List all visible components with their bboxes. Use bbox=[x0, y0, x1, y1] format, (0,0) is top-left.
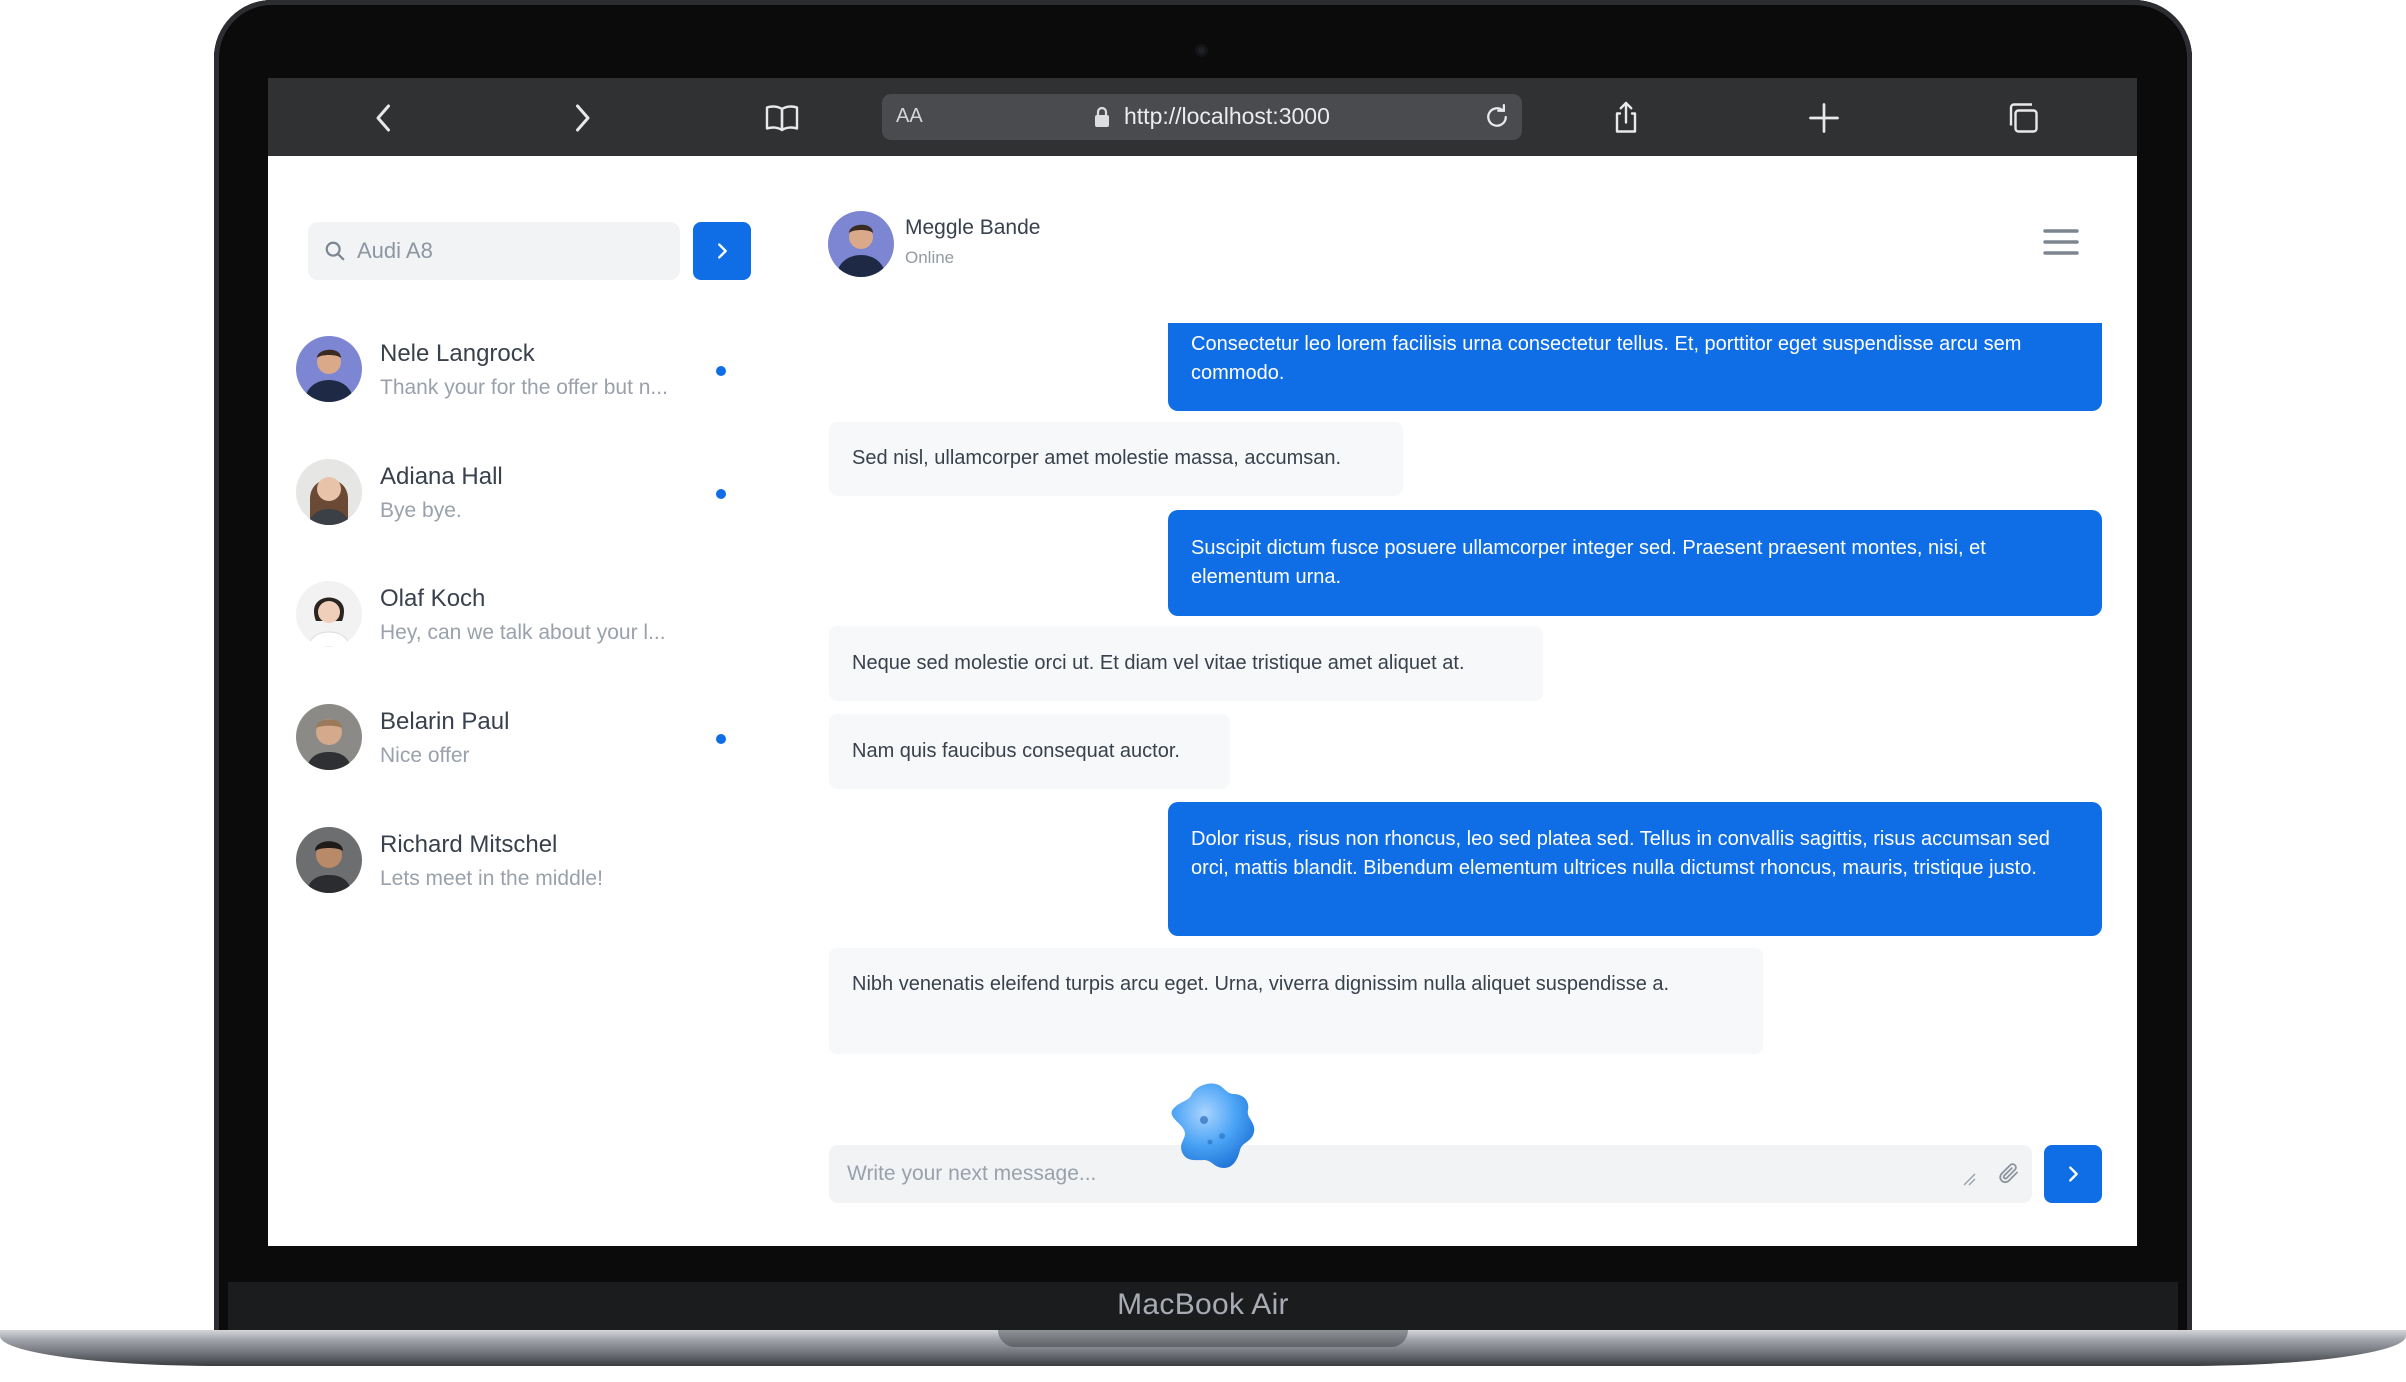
message-incoming: Neque sed molestie orci ut. Et diam vel … bbox=[829, 626, 1543, 701]
browser-toolbar: AA http://localhost:3000 bbox=[268, 78, 2137, 156]
laptop-hinge-notch bbox=[998, 1330, 1408, 1347]
avatar bbox=[296, 704, 362, 770]
message-outgoing: Consectetur leo lorem facilisis urna con… bbox=[1168, 323, 2102, 411]
chat-contact-status: Online bbox=[905, 248, 955, 267]
chevron-right-icon bbox=[2069, 1166, 2078, 1182]
back-icon[interactable] bbox=[364, 98, 404, 138]
brand-label: MacBook Air bbox=[1117, 1288, 1289, 1321]
message-input[interactable]: Write your next message... bbox=[847, 1162, 1096, 1186]
forward-icon[interactable] bbox=[562, 98, 602, 138]
contact-preview: Bye bye. bbox=[380, 499, 462, 522]
unread-dot bbox=[716, 489, 726, 499]
message-composer[interactable]: Write your next message... bbox=[829, 1145, 2032, 1203]
message-text: Consectetur leo lorem facilisis urna con… bbox=[1191, 333, 2022, 384]
lock-icon bbox=[1092, 106, 1112, 128]
contact-name: Olaf Koch bbox=[380, 585, 486, 612]
contact-name: Belarin Paul bbox=[380, 708, 510, 735]
unread-dot bbox=[716, 734, 726, 744]
unread-dot bbox=[716, 366, 726, 376]
message-text: Nibh venenatis eleifend turpis arcu eget… bbox=[852, 973, 1670, 995]
contact-name: Nele Langrock bbox=[380, 340, 535, 367]
address-bar[interactable]: AA http://localhost:3000 bbox=[882, 94, 1522, 140]
avatar bbox=[296, 827, 362, 893]
webcam bbox=[1195, 44, 1208, 57]
avatar bbox=[296, 336, 362, 402]
bookmarks-icon[interactable] bbox=[762, 98, 802, 138]
search-icon bbox=[324, 240, 346, 262]
message-text: Nam quis faucibus consequat auctor. bbox=[852, 740, 1180, 762]
screen: AA http://localhost:3000 Audi A8 Nele La… bbox=[268, 78, 2137, 1246]
send-button[interactable] bbox=[2044, 1145, 2102, 1203]
avatar bbox=[296, 581, 362, 647]
contact-name: Adiana Hall bbox=[380, 463, 503, 490]
contact-item-belarin-paul[interactable]: Belarin Paul Nice offer bbox=[296, 704, 726, 784]
resize-handle-icon[interactable] bbox=[1961, 1171, 1977, 1187]
message-text: Sed nisl, ullamcorper amet molestie mass… bbox=[852, 447, 1342, 469]
contact-preview: Thank your for the offer but n... bbox=[380, 376, 668, 399]
message-incoming: Nam quis faucibus consequat auctor. bbox=[829, 714, 1230, 789]
menu-icon[interactable] bbox=[2041, 226, 2081, 258]
search-field[interactable]: Audi A8 bbox=[308, 222, 680, 280]
blob-cursor-graphic bbox=[1164, 1078, 1264, 1178]
message-text: Suscipit dictum fusce posuere ullamcorpe… bbox=[1191, 537, 1986, 588]
reader-text-size-button[interactable]: AA bbox=[896, 105, 923, 128]
message-text: Neque sed molestie orci ut. Et diam vel … bbox=[852, 652, 1465, 674]
share-icon[interactable] bbox=[1606, 98, 1646, 138]
paperclip-icon[interactable] bbox=[1997, 1161, 2021, 1185]
contact-preview: Hey, can we talk about your l... bbox=[380, 621, 666, 644]
message-incoming: Sed nisl, ullamcorper amet molestie mass… bbox=[829, 422, 1403, 496]
message-incoming: Nibh venenatis eleifend turpis arcu eget… bbox=[829, 948, 1763, 1054]
chat-contact-avatar bbox=[828, 211, 894, 277]
search-input-value[interactable]: Audi A8 bbox=[357, 238, 433, 264]
url-text[interactable]: http://localhost:3000 bbox=[1124, 103, 1330, 130]
contact-name: Richard Mitschel bbox=[380, 831, 558, 858]
contact-item-olaf-koch[interactable]: Olaf Koch Hey, can we talk about your l.… bbox=[296, 581, 706, 661]
contact-item-richard-mitschel[interactable]: Richard Mitschel Lets meet in the middle… bbox=[296, 827, 706, 907]
message-outgoing: Dolor risus, risus non rhoncus, leo sed … bbox=[1168, 802, 2102, 936]
reload-icon[interactable] bbox=[1482, 102, 1512, 132]
message-outgoing: Suscipit dictum fusce posuere ullamcorpe… bbox=[1168, 510, 2102, 616]
tabs-icon[interactable] bbox=[2003, 98, 2043, 138]
search-submit-button[interactable] bbox=[693, 222, 751, 280]
contact-preview: Nice offer bbox=[380, 744, 470, 767]
chat-contact-name: Meggle Bande bbox=[905, 216, 1041, 239]
contact-item-nele-langrock[interactable]: Nele Langrock Thank your for the offer b… bbox=[296, 336, 726, 416]
message-text: Dolor risus, risus non rhoncus, leo sed … bbox=[1191, 828, 2050, 879]
avatar bbox=[296, 459, 362, 525]
contact-item-adiana-hall[interactable]: Adiana Hall Bye bye. bbox=[296, 459, 726, 539]
new-tab-icon[interactable] bbox=[1804, 98, 1844, 138]
contact-preview: Lets meet in the middle! bbox=[380, 867, 603, 890]
chevron-right-icon bbox=[718, 243, 727, 259]
